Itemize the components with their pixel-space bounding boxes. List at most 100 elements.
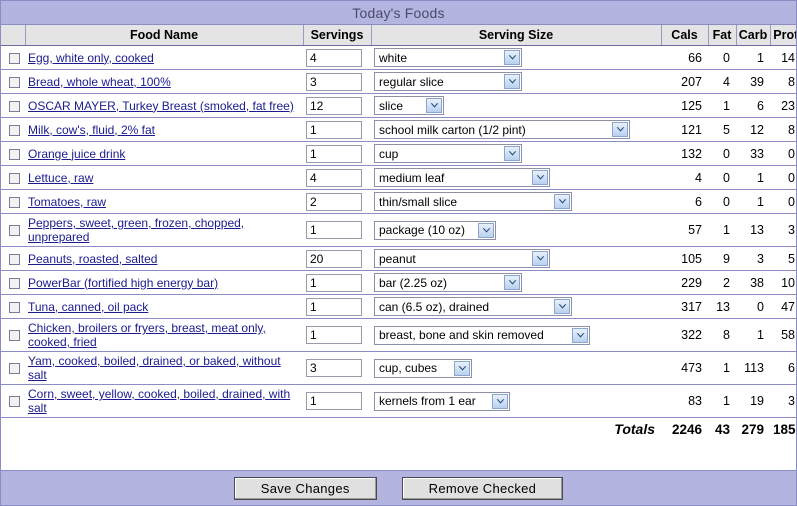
- table-row: Corn, sweet, yellow, cooked, boiled, dra…: [1, 384, 796, 418]
- chevron-down-icon[interactable]: [554, 194, 570, 209]
- food-name-link[interactable]: Lettuce, raw: [28, 171, 93, 185]
- row-checkbox[interactable]: [8, 396, 20, 408]
- servings-input[interactable]: [306, 168, 362, 187]
- serving-size-value: medium leaf: [379, 170, 445, 185]
- serving-size-cell: package (10 oz): [371, 213, 661, 247]
- food-name-link[interactable]: Tuna, canned, oil pack: [28, 300, 148, 314]
- servings-input[interactable]: [306, 48, 362, 67]
- servings-cell: [303, 69, 371, 94]
- food-name-link[interactable]: Egg, white only, cooked: [28, 51, 154, 65]
- food-name-link[interactable]: PowerBar (fortified high energy bar): [28, 276, 218, 290]
- row-checkbox[interactable]: [8, 253, 20, 265]
- cals-value: 6: [661, 189, 708, 214]
- serving-size-select[interactable]: cup, cubes: [374, 358, 472, 378]
- servings-input[interactable]: [306, 392, 362, 410]
- servings-input[interactable]: [306, 359, 362, 377]
- cals-value: 121: [661, 117, 708, 142]
- servings-cell: [303, 141, 371, 166]
- servings-input[interactable]: [306, 192, 362, 211]
- chevron-down-icon[interactable]: [426, 98, 442, 113]
- servings-input[interactable]: [306, 297, 362, 316]
- chevron-down-icon[interactable]: [504, 74, 520, 89]
- cals-value: 132: [661, 141, 708, 166]
- chevron-down-icon[interactable]: [612, 122, 628, 137]
- serving-size-select[interactable]: package (10 oz): [374, 220, 496, 240]
- serving-size-cell: breast, bone and skin removed: [371, 318, 661, 352]
- serving-size-select[interactable]: white: [374, 48, 522, 67]
- servings-input[interactable]: [306, 120, 362, 139]
- serving-size-select[interactable]: bar (2.25 oz): [374, 273, 522, 292]
- row-checkbox[interactable]: [8, 100, 20, 112]
- chevron-down-icon[interactable]: [532, 170, 548, 185]
- servings-input[interactable]: [306, 96, 362, 115]
- serving-size-select[interactable]: kernels from 1 ear: [374, 391, 510, 411]
- prot-value: 47: [770, 294, 796, 319]
- chevron-down-icon[interactable]: [504, 146, 520, 161]
- carb-value: 1: [736, 165, 770, 190]
- chevron-down-icon[interactable]: [478, 222, 494, 238]
- servings-input[interactable]: [306, 221, 362, 239]
- row-checkbox[interactable]: [8, 148, 20, 160]
- row-checkbox[interactable]: [8, 196, 20, 208]
- chevron-down-icon[interactable]: [492, 393, 508, 409]
- servings-cell: [303, 351, 371, 385]
- column-header-prot: Prot: [770, 25, 796, 46]
- serving-size-select[interactable]: slice: [374, 96, 444, 115]
- serving-size-value: slice: [379, 98, 404, 113]
- row-checkbox[interactable]: [8, 301, 20, 313]
- servings-input[interactable]: [306, 144, 362, 163]
- food-name-link[interactable]: Milk, cow's, fluid, 2% fat: [28, 123, 155, 137]
- chevron-down-icon[interactable]: [504, 50, 520, 65]
- serving-size-select[interactable]: medium leaf: [374, 168, 550, 187]
- servings-input[interactable]: [306, 326, 362, 344]
- servings-input[interactable]: [306, 249, 362, 268]
- row-checkbox[interactable]: [8, 225, 20, 237]
- food-name-link[interactable]: Tomatoes, raw: [28, 195, 106, 209]
- row-checkbox[interactable]: [8, 52, 20, 64]
- row-checkbox[interactable]: [8, 277, 20, 289]
- row-checkbox[interactable]: [8, 330, 20, 342]
- chevron-down-icon[interactable]: [504, 275, 520, 290]
- chevron-down-icon[interactable]: [532, 251, 548, 266]
- fat-value: 1: [708, 351, 736, 385]
- chevron-down-icon[interactable]: [572, 327, 588, 343]
- food-name-cell: Milk, cow's, fluid, 2% fat: [25, 117, 303, 142]
- chevron-down-icon[interactable]: [554, 299, 570, 314]
- row-checkbox-cell: [1, 294, 25, 319]
- prot-value: 0: [770, 141, 796, 166]
- row-checkbox[interactable]: [8, 76, 20, 88]
- prot-value: 8: [770, 69, 796, 94]
- food-name-link[interactable]: Peanuts, roasted, salted: [28, 252, 157, 266]
- servings-input[interactable]: [306, 273, 362, 292]
- column-header-fat: Fat: [708, 25, 737, 46]
- serving-size-select[interactable]: breast, bone and skin removed: [374, 325, 590, 345]
- food-name-cell: Peanuts, roasted, salted: [25, 246, 303, 271]
- servings-input[interactable]: [306, 72, 362, 91]
- serving-size-select[interactable]: peanut: [374, 249, 550, 268]
- row-checkbox[interactable]: [8, 172, 20, 184]
- serving-size-select[interactable]: can (6.5 oz), drained: [374, 297, 572, 316]
- food-name-link[interactable]: Bread, whole wheat, 100%: [28, 75, 171, 89]
- row-checkbox[interactable]: [8, 363, 20, 375]
- save-changes-button[interactable]: Save Changes: [233, 476, 377, 500]
- row-checkbox[interactable]: [8, 124, 20, 136]
- row-checkbox-cell: [1, 45, 25, 70]
- serving-size-select[interactable]: cup: [374, 144, 522, 163]
- food-name-link[interactable]: Orange juice drink: [28, 147, 125, 161]
- serving-size-select[interactable]: school milk carton (1/2 pint): [374, 120, 630, 139]
- totals-cals: 2246: [661, 417, 708, 440]
- food-name-link[interactable]: Chicken, broilers or fryers, breast, mea…: [28, 321, 300, 349]
- food-name-link[interactable]: OSCAR MAYER, Turkey Breast (smoked, fat …: [28, 99, 294, 113]
- serving-size-value: cup, cubes: [379, 361, 438, 375]
- food-name-link[interactable]: Corn, sweet, yellow, cooked, boiled, dra…: [28, 387, 300, 415]
- column-header-carb: Carb: [736, 25, 771, 46]
- serving-size-select[interactable]: regular slice: [374, 72, 522, 91]
- carb-value: 33: [736, 141, 770, 166]
- remove-checked-button[interactable]: Remove Checked: [401, 476, 564, 500]
- table-row: Tomatoes, rawthin/small slice6010: [1, 189, 796, 214]
- chevron-down-icon[interactable]: [454, 360, 470, 376]
- food-name-link[interactable]: Peppers, sweet, green, frozen, chopped, …: [28, 216, 300, 244]
- serving-size-select[interactable]: thin/small slice: [374, 192, 572, 211]
- table-row: Yam, cooked, boiled, drained, or baked, …: [1, 351, 796, 385]
- food-name-link[interactable]: Yam, cooked, boiled, drained, or baked, …: [28, 354, 300, 382]
